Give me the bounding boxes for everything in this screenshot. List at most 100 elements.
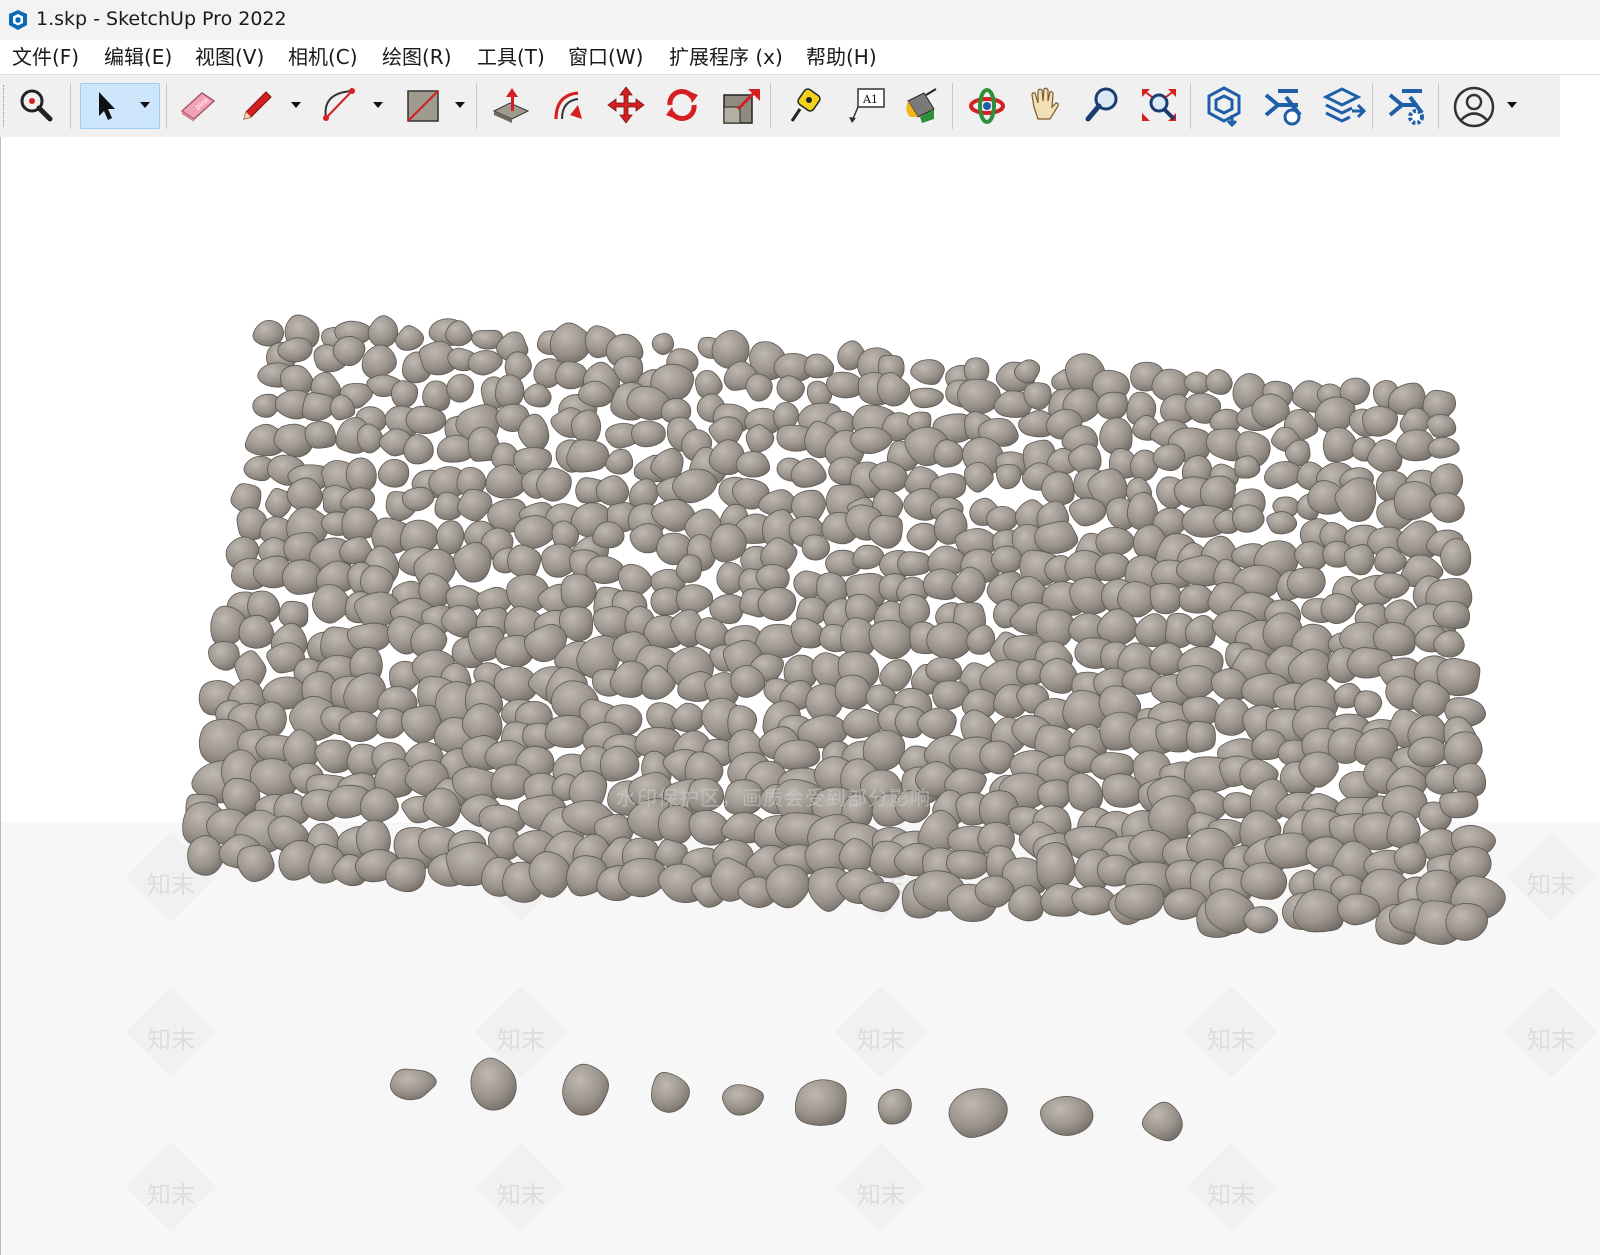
extension-manager-icon xyxy=(1388,89,1424,125)
window-title: 1.skp - SketchUp Pro 2022 xyxy=(36,8,287,30)
stone xyxy=(560,573,597,611)
send-to-layout-button[interactable] xyxy=(1318,83,1366,127)
stone xyxy=(395,325,425,351)
stone xyxy=(1114,883,1165,921)
stone xyxy=(676,584,714,615)
stone xyxy=(1426,413,1457,439)
stone xyxy=(1286,567,1326,599)
offset-button[interactable] xyxy=(544,83,592,127)
stone xyxy=(651,333,674,355)
stone xyxy=(671,702,705,733)
stone xyxy=(803,353,835,379)
stone xyxy=(757,587,797,621)
select-button[interactable] xyxy=(80,83,160,129)
stone xyxy=(1322,427,1358,463)
stone xyxy=(1440,538,1472,576)
stone xyxy=(403,434,434,465)
menu-help[interactable]: 帮助(H) xyxy=(804,44,879,70)
stone xyxy=(631,420,666,448)
rectangle-tool-button[interactable] xyxy=(398,83,446,127)
stone xyxy=(513,515,556,549)
stone xyxy=(834,674,871,710)
rotate-button[interactable] xyxy=(658,83,706,127)
stone-model[interactable] xyxy=(1,137,1600,1255)
extension-warehouse-button[interactable] xyxy=(1258,83,1306,127)
menu-view[interactable]: 视图(V) xyxy=(193,44,266,70)
account-dropdown-icon[interactable] xyxy=(1506,100,1518,110)
warehouse-icon xyxy=(1207,86,1241,127)
stone xyxy=(1361,406,1399,437)
toolbar-grip[interactable] xyxy=(3,85,7,127)
arc-tool-dropdown-icon[interactable] xyxy=(372,100,384,110)
stone xyxy=(1152,443,1186,472)
stone xyxy=(1041,471,1075,506)
menu-extensions[interactable]: 扩展程序 (x) xyxy=(667,44,785,70)
menu-draw[interactable]: 绘图(R) xyxy=(380,44,454,70)
pebble-field xyxy=(182,314,1506,945)
zoom-extents-button[interactable] xyxy=(12,83,60,127)
menu-window[interactable]: 窗口(W) xyxy=(566,44,645,70)
move-button[interactable] xyxy=(602,83,650,127)
chevron-down-icon[interactable] xyxy=(139,100,151,110)
move-icon xyxy=(607,86,645,124)
toolbar-separator xyxy=(1190,83,1191,129)
stone xyxy=(361,344,397,380)
stone xyxy=(385,857,426,893)
menu-camera[interactable]: 相机(C) xyxy=(286,44,360,70)
stone xyxy=(422,787,461,828)
stone xyxy=(544,715,590,749)
stone xyxy=(925,656,963,684)
paint-bucket-icon xyxy=(906,88,937,123)
line-tool-dropdown-icon[interactable] xyxy=(290,100,302,110)
user-account-icon xyxy=(1453,86,1495,128)
title-bar: 1.skp - SketchUp Pro 2022 xyxy=(0,0,1600,40)
svg-text:A1: A1 xyxy=(862,93,878,106)
sketchup-app-icon xyxy=(9,10,27,30)
stone xyxy=(629,478,659,508)
stone xyxy=(745,373,773,402)
extension-manager-button[interactable] xyxy=(1382,83,1430,127)
tape-measure-button[interactable] xyxy=(782,83,830,127)
arrow-cursor-icon xyxy=(99,92,115,120)
stone xyxy=(876,372,911,407)
toolbar-separator xyxy=(770,83,771,129)
menu-tools[interactable]: 工具(T) xyxy=(475,44,547,70)
toolbar-separator xyxy=(952,83,953,129)
stone xyxy=(948,1088,1008,1138)
scale-icon xyxy=(723,89,760,124)
rectangle-tool-dropdown-icon[interactable] xyxy=(454,100,466,110)
menu-edit[interactable]: 编辑(E) xyxy=(102,44,174,70)
zoom-button[interactable] xyxy=(1078,83,1126,127)
stone xyxy=(1343,544,1375,576)
zoom-extents-icon xyxy=(20,89,53,122)
text-tool-button[interactable]: A1 xyxy=(842,83,890,127)
stone xyxy=(897,551,932,577)
arc-tool-button[interactable] xyxy=(314,83,362,127)
rotate-icon xyxy=(666,89,698,121)
menu-file[interactable]: 文件(F) xyxy=(10,44,81,70)
eraser-button[interactable]: pink xyxy=(172,83,220,127)
stone xyxy=(1186,720,1216,753)
paint-bucket-button[interactable] xyxy=(896,83,944,127)
stone xyxy=(1095,526,1135,556)
scale-button[interactable] xyxy=(716,83,764,127)
model-viewport[interactable]: 知末 知末 知末 知末 知末 知末 知末 知末 知末 知末 知末 知末 知末 知… xyxy=(0,137,1600,1255)
orbit-button[interactable] xyxy=(962,83,1010,127)
account-button[interactable] xyxy=(1448,83,1496,128)
stone xyxy=(722,1084,764,1116)
line-tool-button[interactable] xyxy=(232,83,280,127)
stone xyxy=(470,1057,517,1111)
menu-bar: 文件(F) 编辑(E) 视图(V) 相机(C) 绘图(R) 工具(T) 窗口(W… xyxy=(0,40,1600,74)
push-pull-button[interactable] xyxy=(486,83,534,127)
stone xyxy=(1096,391,1128,420)
stone xyxy=(1445,903,1489,941)
3d-warehouse-button[interactable] xyxy=(1200,83,1248,127)
stone xyxy=(1205,369,1233,395)
stone xyxy=(314,739,353,774)
pan-button[interactable] xyxy=(1020,83,1068,127)
stone xyxy=(1149,582,1183,615)
stone xyxy=(446,373,475,403)
stone xyxy=(1034,520,1079,554)
stone xyxy=(735,451,771,478)
zoom-window-button[interactable] xyxy=(1134,83,1182,127)
